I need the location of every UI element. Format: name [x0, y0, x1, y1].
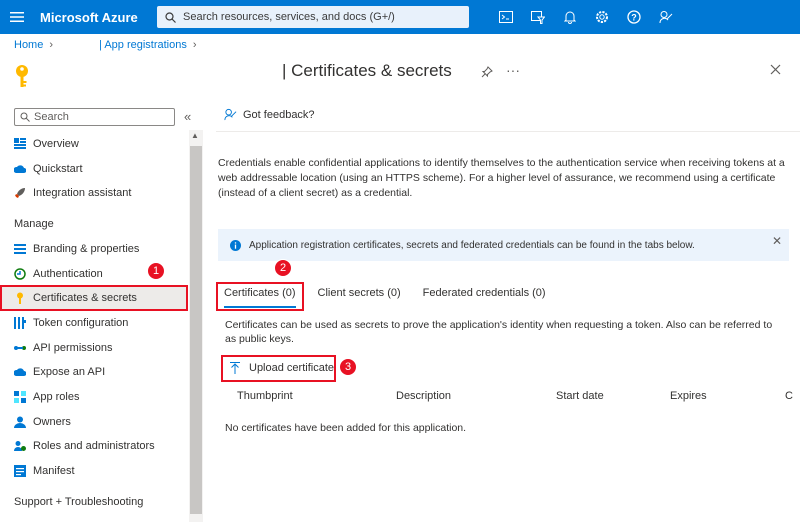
collapse-sidebar-icon[interactable]: «	[184, 109, 191, 124]
sidebar-search-input[interactable]: Search	[14, 108, 175, 126]
callout-highlight-certificates-tab	[216, 282, 304, 311]
sidebar-item-label: Authentication	[33, 268, 103, 280]
feedback-icon	[224, 108, 237, 121]
search-icon	[165, 11, 176, 23]
cloud-icon	[14, 366, 26, 378]
sidebar-item-roles-administrators[interactable]: Roles and administrators	[0, 435, 186, 457]
token-icon	[14, 317, 26, 329]
callout-highlight-upload	[221, 355, 336, 382]
sidebar-item-label: Integration assistant	[33, 187, 132, 199]
sidebar-item-label: Owners	[33, 416, 71, 428]
brand-title[interactable]: Microsoft Azure	[40, 10, 155, 25]
info-banner: Application registration certificates, s…	[218, 229, 789, 261]
sidebar-item-label: Expose an API	[33, 366, 106, 378]
feedback-link[interactable]: Got feedback?	[224, 108, 315, 121]
global-search-placeholder: Search resources, services, and docs (G+…	[183, 11, 395, 23]
column-certificate-id[interactable]: C	[785, 390, 793, 402]
column-description[interactable]: Description	[396, 390, 451, 402]
tab-federated-credentials[interactable]: Federated credentials (0)	[423, 287, 546, 299]
overview-icon	[14, 138, 26, 150]
sidebar-item-label: App roles	[33, 391, 80, 403]
column-expires[interactable]: Expires	[670, 390, 707, 402]
app-roles-icon	[14, 391, 26, 403]
sidebar-item-label: API permissions	[33, 342, 113, 354]
sidebar-item-quickstart[interactable]: Quickstart	[0, 158, 186, 180]
feedback-label: Got feedback?	[243, 108, 315, 121]
callout-highlight-certificates-nav	[0, 285, 188, 311]
rocket-icon	[14, 187, 26, 199]
sidebar-item-label: Token configuration	[33, 317, 129, 329]
feedback-icon[interactable]	[650, 0, 682, 34]
sidebar-search-placeholder: Search	[34, 111, 69, 123]
breadcrumb-home[interactable]: Home	[14, 39, 43, 51]
cloud-shell-icon[interactable]	[490, 0, 522, 34]
sidebar-item-label: Overview	[33, 138, 79, 150]
credentials-description: Credentials enable confidential applicat…	[218, 157, 785, 199]
more-options-icon[interactable]: ···	[506, 62, 520, 78]
callout-badge-1: 1	[147, 262, 165, 280]
info-banner-text: Application registration certificates, s…	[249, 239, 695, 251]
sidebar-item-branding[interactable]: Branding & properties	[0, 238, 186, 260]
page-title: | Certificates & secrets	[282, 61, 452, 80]
chevron-right-icon: ›	[49, 39, 54, 51]
scroll-up-icon[interactable]: ▲	[191, 131, 199, 140]
empty-state-message: No certificates have been added for this…	[225, 422, 467, 434]
manifest-icon	[14, 465, 26, 477]
tab-client-secrets[interactable]: Client secrets (0)	[318, 287, 401, 299]
column-start-date[interactable]: Start date	[556, 390, 604, 402]
sidebar-item-app-roles[interactable]: App roles	[0, 386, 186, 408]
sidebar-item-manifest[interactable]: Manifest	[0, 460, 186, 482]
directory-filter-icon[interactable]	[522, 0, 554, 34]
key-icon	[14, 64, 30, 91]
sidebar-item-token-configuration[interactable]: Token configuration	[0, 312, 186, 334]
sidebar-item-owners[interactable]: Owners	[0, 411, 186, 433]
help-icon[interactable]: ?	[618, 0, 650, 34]
authentication-icon	[14, 268, 26, 280]
quickstart-icon	[14, 163, 26, 175]
sidebar-item-expose-api[interactable]: Expose an API	[0, 361, 186, 383]
callout-badge-3: 3	[339, 358, 357, 376]
sidebar-scroll-thumb[interactable]	[190, 146, 202, 514]
sidebar-item-label: Branding & properties	[33, 243, 140, 255]
branding-icon	[14, 243, 26, 255]
breadcrumb-app-registrations[interactable]: | App registrations	[99, 39, 187, 51]
callout-badge-2: 2	[274, 259, 292, 277]
sidebar-item-label: Quickstart	[33, 163, 83, 175]
column-thumbprint[interactable]: Thumbprint	[237, 390, 293, 402]
certificates-description: Certificates can be used as secrets to p…	[225, 319, 773, 345]
manage-section-heading: Manage	[14, 218, 54, 230]
top-bar: Microsoft Azure Search resources, servic…	[0, 0, 800, 34]
owners-icon	[14, 416, 26, 428]
sidebar-item-api-permissions[interactable]: API permissions	[0, 337, 186, 359]
sidebar-item-label: Roles and administrators	[33, 440, 155, 452]
roles-icon	[14, 440, 26, 452]
sidebar-item-overview[interactable]: Overview	[0, 133, 186, 155]
pin-icon[interactable]	[481, 66, 493, 81]
sidebar-item-integration-assistant[interactable]: Integration assistant	[0, 182, 186, 204]
info-icon	[230, 239, 241, 251]
sidebar-item-label: Manifest	[33, 465, 75, 477]
svg-text:?: ?	[631, 13, 637, 23]
global-search-input[interactable]: Search resources, services, and docs (G+…	[157, 6, 469, 28]
close-icon[interactable]: ✕	[772, 234, 782, 248]
api-permissions-icon	[14, 342, 26, 354]
close-icon[interactable]	[770, 64, 781, 78]
menu-icon[interactable]	[0, 0, 34, 34]
settings-icon[interactable]	[586, 0, 618, 34]
chevron-right-icon: ›	[192, 39, 197, 51]
breadcrumb: Home › | App registrations ›	[14, 38, 203, 52]
divider	[216, 131, 800, 132]
search-icon	[20, 112, 30, 122]
support-section-heading: Support + Troubleshooting	[14, 496, 144, 508]
notifications-icon[interactable]	[554, 0, 586, 34]
